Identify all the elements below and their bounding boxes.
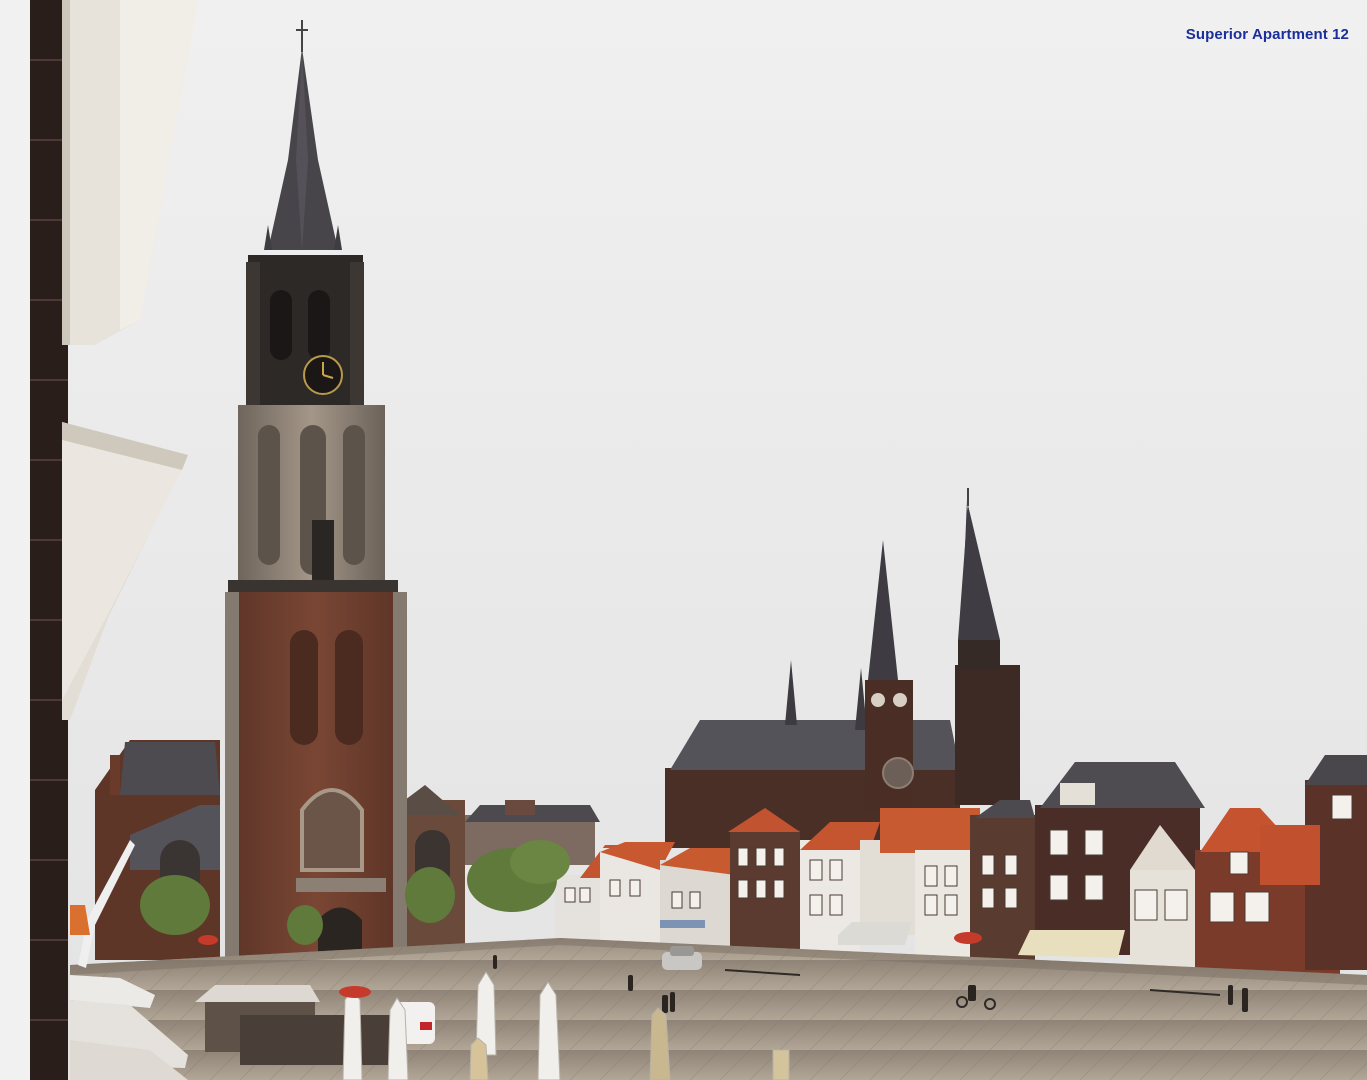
photo-frame: Superior Apartment 12 [0,0,1367,1080]
photo-caption: Superior Apartment 12 [1185,26,1349,43]
market-square-photo [0,0,1367,1080]
